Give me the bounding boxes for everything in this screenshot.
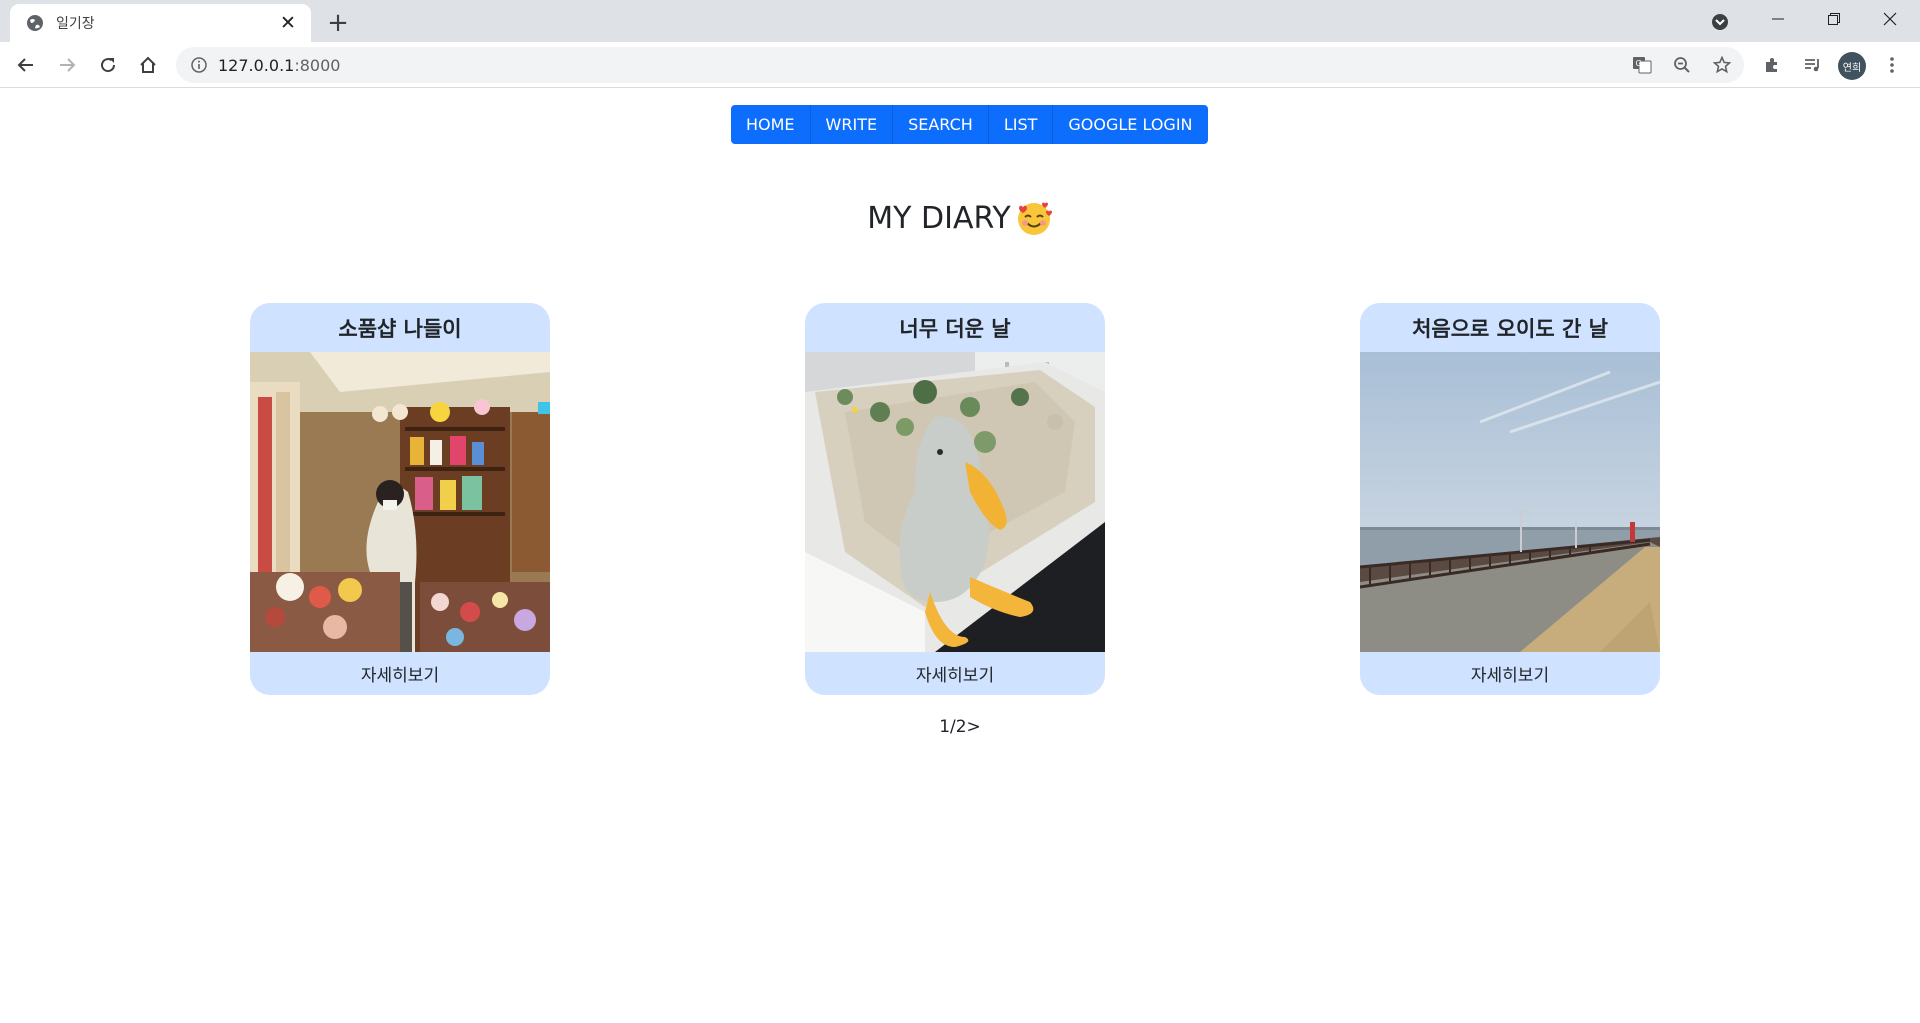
seaside-promenade-photo — [1360, 352, 1660, 652]
url-port: :8000 — [294, 55, 341, 75]
diary-card-title: 소품샵 나들이 — [338, 316, 462, 341]
home-icon[interactable] — [132, 49, 164, 81]
reading-list-icon[interactable] — [1796, 49, 1828, 81]
profile-avatar[interactable]: 연희 — [1838, 52, 1866, 80]
diary-card: 소품샵 나들이 자세히보기 — [250, 303, 550, 695]
reload-icon[interactable] — [92, 49, 124, 81]
minimize-icon[interactable] — [1750, 0, 1806, 38]
diary-card-detail-link[interactable]: 자세히보기 — [805, 652, 1105, 695]
zoom-out-icon[interactable] — [1666, 49, 1698, 81]
nav-home-button[interactable]: HOME — [731, 105, 811, 144]
tab-strip: 일기장 ✕ + — [0, 0, 1920, 42]
restore-icon[interactable] — [1806, 0, 1862, 38]
url-host: 127.0.0.1 — [218, 55, 295, 75]
extensions-icon[interactable] — [1756, 49, 1788, 81]
diary-card: 처음으로 오이도 간 날 자세히보기 — [1360, 303, 1660, 695]
close-icon[interactable]: ✕ — [277, 12, 299, 34]
page-content: HOME WRITE SEARCH LIST GOOGLE LOGIN MY D… — [0, 89, 1920, 1023]
page-title: MY DIARY — [0, 199, 1920, 237]
duck-plush-photo — [805, 352, 1105, 652]
back-icon[interactable] — [10, 49, 42, 81]
smiling-face-with-hearts-icon — [1015, 199, 1053, 237]
diary-card-title: 처음으로 오이도 간 날 — [1412, 316, 1608, 341]
diary-card-title: 너무 더운 날 — [899, 316, 1011, 341]
store-photo — [250, 352, 550, 652]
plus-icon[interactable]: + — [324, 8, 352, 38]
address-bar[interactable]: 127.0.0.1:8000 G — [176, 47, 1744, 83]
diary-card-detail-link[interactable]: 자세히보기 — [1360, 652, 1660, 695]
browser-tab[interactable]: 일기장 ✕ — [10, 4, 311, 42]
forward-icon[interactable] — [51, 49, 83, 81]
translate-icon[interactable]: G — [1626, 49, 1658, 81]
omnibox-actions: G — [1618, 49, 1738, 81]
browser-toolbar: 127.0.0.1:8000 G — [0, 42, 1920, 88]
menu-icon[interactable] — [1876, 49, 1908, 81]
globe-icon — [26, 14, 44, 32]
tab-title: 일기장 — [56, 16, 95, 32]
nav-list-button[interactable]: LIST — [988, 105, 1054, 144]
nav-google-login-button[interactable]: GOOGLE LOGIN — [1053, 105, 1208, 144]
nav-search-button[interactable]: SEARCH — [893, 105, 989, 144]
url-text: 127.0.0.1:8000 — [218, 56, 340, 75]
info-icon[interactable] — [180, 47, 218, 83]
svg-text:G: G — [1636, 59, 1642, 68]
pagination[interactable]: 1/2> — [0, 717, 1920, 737]
tab-search-icon[interactable] — [1708, 10, 1732, 34]
main-nav: HOME WRITE SEARCH LIST GOOGLE LOGIN — [731, 105, 1208, 144]
page-title-text: MY DIARY — [867, 200, 1011, 236]
nav-write-button[interactable]: WRITE — [810, 105, 894, 144]
diary-card-detail-link[interactable]: 자세히보기 — [250, 652, 550, 695]
diary-card: 너무 더운 날 자세히보기 — [805, 303, 1105, 695]
star-icon[interactable] — [1706, 49, 1738, 81]
window-close-icon[interactable] — [1862, 0, 1918, 38]
